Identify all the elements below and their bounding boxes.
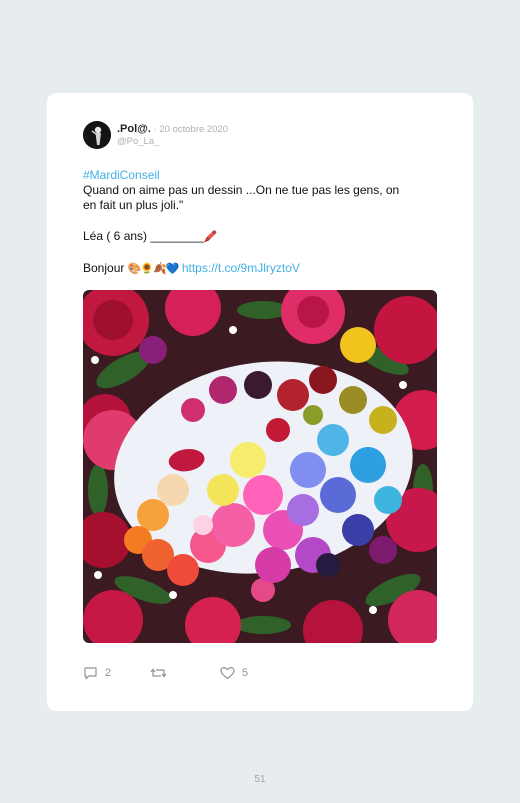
reply-action[interactable]: 2 (83, 666, 111, 680)
palette-roses-illustration (83, 290, 437, 643)
tweet-image[interactable] (83, 290, 437, 643)
tweet-line-2: en fait un plus joli." (83, 198, 184, 212)
heart-icon (220, 667, 235, 680)
tweet-link[interactable]: https://t.co/9mJlryztoV (182, 261, 300, 275)
user-handle[interactable]: @Po_La_ (117, 136, 159, 147)
retweet-action[interactable] (150, 666, 174, 680)
hashtag-link[interactable]: #MardiConseil (83, 168, 443, 183)
tweet-line-1: Quand on aime pas un dessin ...On ne tue… (83, 183, 400, 197)
reply-count: 2 (105, 667, 112, 679)
display-name[interactable]: .Pol@. (117, 123, 151, 135)
tweet-text: #MardiConseil Quand on aime pas un dessi… (83, 168, 443, 277)
bonjour-line: Bonjour 🎨🌻🍂💙 https://t.co/9mJlryztoV (83, 261, 443, 277)
tweet-date: · 20 octobre 2020 (150, 124, 229, 135)
emoji-group: 🎨🌻🍂💙 (127, 263, 180, 275)
signature-text: Léa ( 6 ans) ________ (83, 229, 204, 243)
page-number: 51 (254, 774, 266, 785)
tweet-actions: 2 5 (83, 666, 383, 682)
signature-line: Léa ( 6 ans) ________🖍️ (83, 229, 443, 245)
avatar[interactable] (83, 121, 111, 149)
bonjour-text: Bonjour (83, 261, 128, 275)
reply-icon (84, 667, 97, 680)
crayon-emoji: 🖍️ (203, 231, 218, 243)
like-count: 5 (242, 667, 249, 679)
retweet-icon (150, 668, 167, 678)
tweet-card: .Pol@. · 20 octobre 2020 @Po_La_ #MardiC… (47, 93, 473, 711)
author-row: .Pol@. · 20 octobre 2020 (117, 123, 228, 135)
like-action[interactable]: 5 (220, 666, 248, 680)
